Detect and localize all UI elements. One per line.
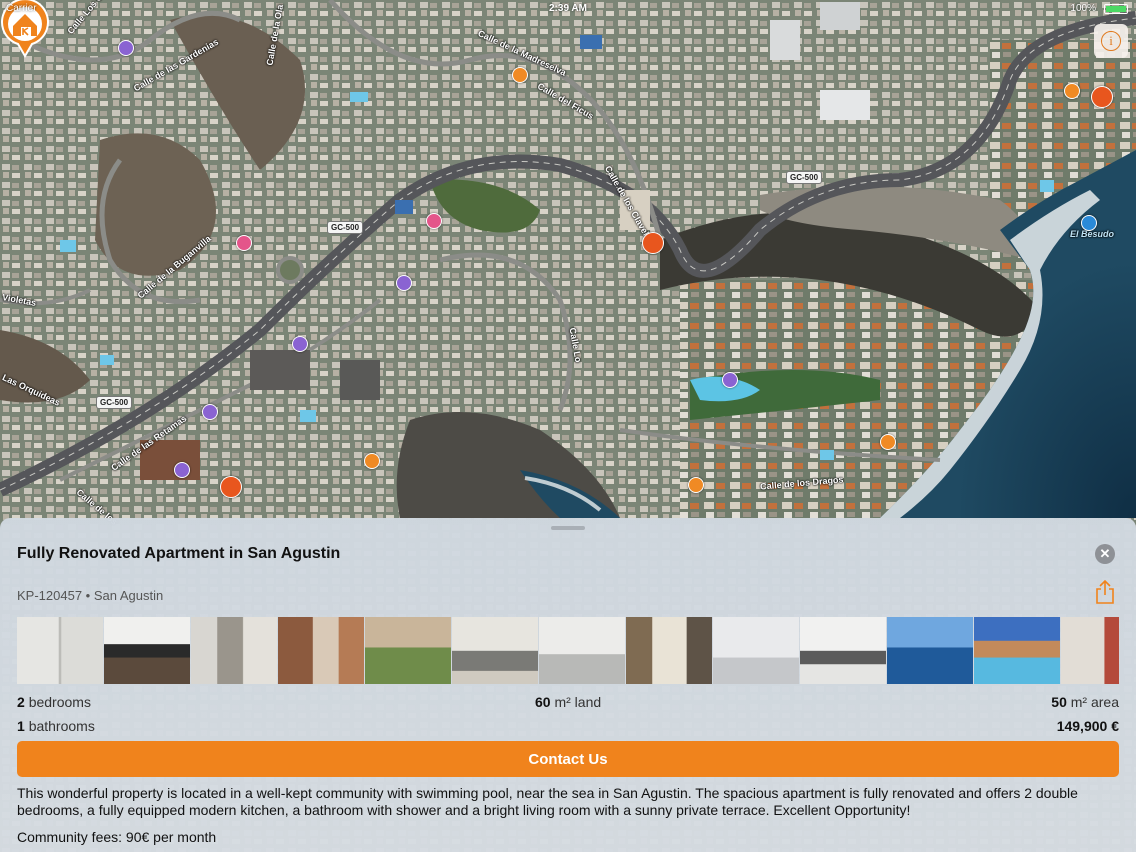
area-stat: 50 m² area bbox=[1051, 694, 1119, 710]
shopping-icon[interactable] bbox=[236, 235, 252, 251]
property-pin-icon[interactable] bbox=[1091, 86, 1113, 108]
gallery-photo[interactable] bbox=[191, 617, 277, 684]
carrier-label: Carrier bbox=[6, 3, 37, 14]
hotel-icon[interactable] bbox=[118, 40, 134, 56]
hotel-icon[interactable] bbox=[202, 404, 218, 420]
battery-icon bbox=[1104, 4, 1128, 14]
contact-us-button[interactable]: Contact Us bbox=[17, 741, 1119, 777]
photo-gallery[interactable] bbox=[17, 617, 1119, 684]
sheet-grabber[interactable] bbox=[551, 526, 585, 530]
bathrooms-value: 1 bbox=[17, 718, 25, 734]
price: 149,900 € bbox=[1056, 718, 1119, 734]
close-icon: ✕ bbox=[1099, 546, 1111, 561]
property-pin-icon[interactable] bbox=[220, 476, 242, 498]
clock: 2:39 AM bbox=[549, 3, 587, 14]
road-shield: GC-500 bbox=[96, 396, 133, 409]
land-value: 60 bbox=[535, 694, 551, 710]
listing-reference: KP-120457 • San Agustin bbox=[17, 588, 164, 603]
gallery-photo[interactable] bbox=[452, 617, 538, 684]
hotel-icon[interactable] bbox=[174, 462, 190, 478]
shopping-icon[interactable] bbox=[426, 213, 442, 229]
restaurant-icon[interactable] bbox=[1064, 83, 1080, 99]
status-bar: Carrier 2:39 AM 100% bbox=[0, 0, 1136, 18]
listing-title: Fully Renovated Apartment in San Agustin bbox=[17, 545, 341, 562]
land-stat: 60 m² land bbox=[535, 694, 601, 710]
restaurant-icon[interactable] bbox=[512, 67, 528, 83]
bedrooms-stat: 2 bedrooms bbox=[17, 694, 91, 710]
gallery-photo[interactable] bbox=[626, 617, 712, 684]
hotel-icon[interactable] bbox=[396, 275, 412, 291]
bedrooms-value: 2 bbox=[17, 694, 25, 710]
info-icon: i bbox=[1101, 31, 1121, 51]
close-button[interactable]: ✕ bbox=[1095, 544, 1115, 564]
bedrooms-label: bedrooms bbox=[28, 694, 91, 710]
road-label: El Besudo bbox=[1070, 229, 1115, 239]
gallery-photo[interactable] bbox=[974, 617, 1060, 684]
land-label: m² land bbox=[554, 694, 602, 710]
bathrooms-stat: 1 bathrooms bbox=[17, 718, 95, 734]
gallery-photo[interactable] bbox=[104, 617, 190, 684]
hotel-icon[interactable] bbox=[722, 372, 738, 388]
bathrooms-label: bathrooms bbox=[28, 718, 95, 734]
area-value: 50 bbox=[1051, 694, 1067, 710]
gallery-photo[interactable] bbox=[1061, 617, 1119, 684]
community-fees: Community fees: 90€ per month bbox=[17, 829, 217, 845]
beach-icon[interactable] bbox=[1081, 215, 1097, 231]
gallery-photo[interactable] bbox=[539, 617, 625, 684]
share-icon[interactable] bbox=[1094, 580, 1116, 604]
gallery-photo[interactable] bbox=[278, 617, 364, 684]
gallery-photo[interactable] bbox=[365, 617, 451, 684]
hotel-icon[interactable] bbox=[292, 336, 308, 352]
gallery-photo[interactable] bbox=[887, 617, 973, 684]
battery-percent: 100% bbox=[1070, 3, 1096, 14]
restaurant-icon[interactable] bbox=[688, 477, 704, 493]
restaurant-icon[interactable] bbox=[880, 434, 896, 450]
gallery-photo[interactable] bbox=[713, 617, 799, 684]
road-shield: GC-500 bbox=[327, 221, 364, 234]
area-label: m² area bbox=[1070, 694, 1119, 710]
gallery-photo[interactable] bbox=[17, 617, 103, 684]
road-shield: GC-500 bbox=[786, 171, 823, 184]
restaurant-icon[interactable] bbox=[364, 453, 380, 469]
property-detail-sheet[interactable]: Fully Renovated Apartment in San Agustin… bbox=[0, 518, 1136, 852]
gallery-photo[interactable] bbox=[800, 617, 886, 684]
listing-description: This wonderful property is located in a … bbox=[17, 785, 1078, 818]
map-info-button[interactable]: i bbox=[1094, 24, 1128, 58]
property-pin-icon[interactable] bbox=[642, 232, 664, 254]
